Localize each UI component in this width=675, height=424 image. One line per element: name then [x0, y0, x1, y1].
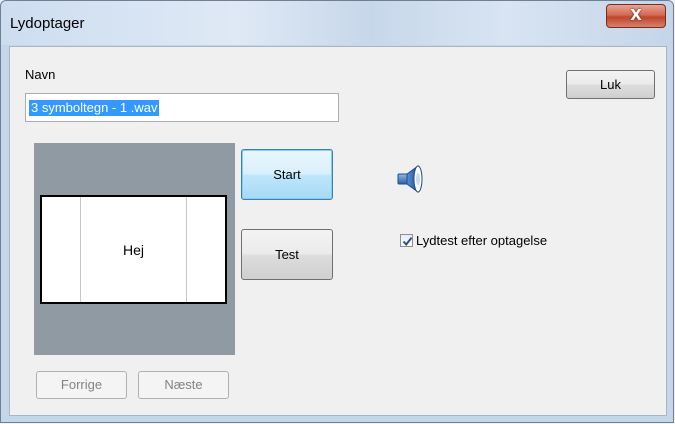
- window-title: Lydoptager: [10, 15, 85, 32]
- close-icon: X: [630, 6, 642, 24]
- title-bar[interactable]: Lydoptager X: [1, 1, 673, 45]
- speaker-icon[interactable]: [396, 164, 432, 194]
- close-window-button[interactable]: X: [606, 4, 666, 28]
- name-label: Navn: [25, 67, 56, 82]
- sound-test-option[interactable]: Lydtest efter optagelse: [400, 233, 547, 248]
- start-button[interactable]: Start: [241, 149, 333, 200]
- test-button[interactable]: Test: [241, 229, 333, 280]
- sound-test-checkbox[interactable]: [400, 234, 413, 247]
- card-text: Hej: [122, 241, 144, 258]
- sound-test-label: Lydtest efter optagelse: [416, 233, 548, 248]
- close-button[interactable]: Luk: [566, 70, 655, 99]
- check-icon: [402, 237, 413, 247]
- next-button[interactable]: Næste: [138, 371, 229, 399]
- name-input[interactable]: 3 symboltegn - 1 .wav: [25, 93, 339, 122]
- previous-button[interactable]: Forrige: [36, 371, 127, 399]
- name-input-value: 3 symboltegn - 1 .wav: [29, 100, 160, 116]
- symbol-card: Hej: [40, 195, 227, 304]
